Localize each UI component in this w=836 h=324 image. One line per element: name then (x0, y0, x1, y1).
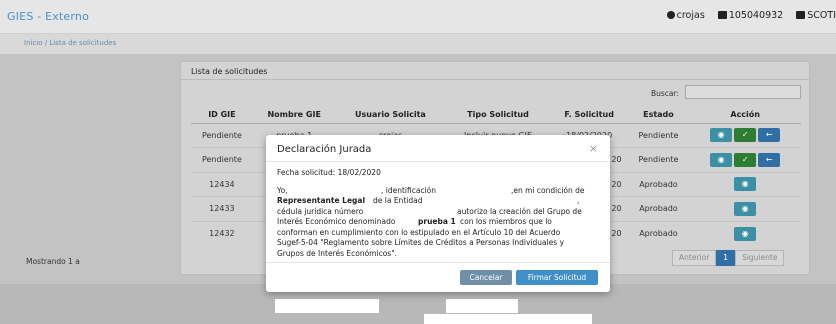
redacted-block (275, 299, 379, 313)
building-icon (796, 11, 806, 19)
modal-footer: Cancelar Firmar Solicitud (266, 262, 610, 292)
org-name: SCOTI (807, 10, 836, 21)
cell-id: 12433 (191, 196, 253, 221)
cell-estado: Aprobado (627, 196, 690, 221)
user-icon (666, 11, 675, 19)
approve-button[interactable]: ✓ (734, 128, 757, 143)
panel-title: Lista de solicitudes (191, 67, 268, 76)
col-nombre-gie[interactable]: Nombre GIE (252, 106, 336, 124)
col-estado[interactable]: Estado (627, 106, 690, 124)
view-button[interactable]: ◉ (734, 226, 757, 241)
panel-divider (181, 79, 809, 80)
modal-body: Fecha solicitud: 18/02/2020 Yo, , identi… (277, 168, 599, 259)
cell-id: 12432 (191, 220, 253, 246)
id-card-icon (717, 11, 727, 19)
cell-id: 12434 (191, 171, 253, 197)
view-button[interactable]: ◉ (734, 201, 757, 216)
sign-request-button[interactable]: Firmar Solicitud (516, 270, 598, 285)
redacted-block (424, 314, 592, 324)
pagination: Anterior 1 Siguiente (672, 250, 785, 266)
breadcrumb-text[interactable]: Inicio / Lista de solicitudes (24, 39, 116, 47)
request-date: Fecha solicitud: 18/02/2020 (277, 168, 381, 177)
view-button[interactable]: ◉ (710, 128, 733, 143)
view-button[interactable]: ◉ (710, 152, 733, 167)
cell-actions: ◉ (689, 220, 801, 246)
declaration-modal: Declaración Jurada × Fecha solicitud: 18… (266, 135, 610, 292)
declaration-line: Grupos de Interés Económicos". (277, 248, 398, 258)
return-button[interactable]: ← (758, 152, 781, 167)
cell-estado: Aprobado (627, 171, 690, 197)
next-page-button[interactable]: Siguiente (735, 250, 785, 266)
col-usuario[interactable]: Usuario Solicita (335, 106, 446, 124)
declaration-line: Yo, , identificación ,en mi condición de (277, 185, 585, 195)
return-button[interactable]: ← (758, 128, 781, 143)
col-tipo[interactable]: Tipo Solicitud (445, 106, 551, 124)
col-fecha[interactable]: F. Solicitud (550, 106, 628, 124)
cell-estado: Pendiente (627, 122, 690, 148)
cell-id: Pendiente (191, 122, 253, 148)
id-number: 105040932 (728, 10, 784, 21)
declaration-line: Interés Económico denominado prueba 1 co… (277, 217, 552, 226)
approve-button[interactable]: ✓ (734, 152, 757, 167)
cell-actions: ◉ ✓ ← (689, 147, 801, 172)
col-id-gie[interactable]: ID GIE (191, 106, 253, 124)
table-info: Mostrando 1 a (26, 257, 80, 266)
org-info: SCOTI (796, 10, 836, 21)
search-input[interactable] (685, 85, 801, 99)
page-1-button[interactable]: 1 (716, 250, 736, 266)
declaration-line: Representante Legal de la Entidad , (277, 196, 580, 205)
user-menu[interactable]: crojas (666, 10, 705, 21)
modal-header: Declaración Jurada × (266, 135, 610, 162)
top-navbar: GIES - Externo crojas 105040932 SCOTI (0, 0, 836, 34)
id-card-info: 105040932 (717, 10, 784, 21)
modal-title: Declaración Jurada (277, 144, 372, 155)
cell-actions: ◉ ✓ ← (689, 122, 801, 148)
declaration-line: Sugef-5-04 "Reglamento sobre Límites de … (277, 238, 565, 247)
navbar-user-info: crojas 105040932 SCOTI (657, 10, 836, 21)
cancel-button[interactable]: Cancelar (460, 270, 512, 285)
view-button[interactable]: ◉ (734, 177, 757, 192)
declaration-line: cédula jurídica número autorizo la creac… (277, 206, 582, 216)
user-name: crojas (676, 10, 705, 21)
col-accion: Acción (689, 106, 801, 124)
redacted-block (446, 299, 518, 313)
table-header-row: ID GIE Nombre GIE Usuario Solicita Tipo … (191, 106, 801, 124)
cell-id: Pendiente (191, 147, 253, 172)
breadcrumb: Inicio / Lista de solicitudes (0, 34, 836, 54)
cell-estado: Aprobado (627, 220, 690, 246)
app-title[interactable]: GIES - Externo (7, 10, 89, 23)
cell-actions: ◉ (689, 171, 801, 197)
prev-page-button[interactable]: Anterior (672, 250, 717, 266)
search-label: Buscar: (651, 89, 680, 98)
declaration-line: conforman en cumplimiento con lo estipul… (277, 227, 561, 237)
close-icon[interactable]: × (589, 143, 598, 154)
cell-estado: Pendiente (627, 147, 690, 172)
cell-actions: ◉ (689, 196, 801, 221)
